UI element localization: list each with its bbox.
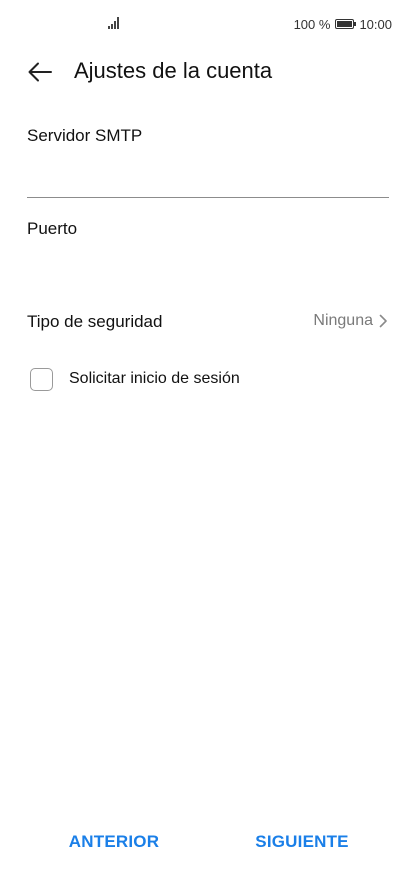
security-type-selected: Ninguna (313, 312, 373, 329)
login-required-checkbox[interactable] (30, 367, 53, 391)
screen: 100 % 10:00 Ajustes de la cuenta Servido… (0, 0, 416, 889)
next-button[interactable]: SIGUIENTE (248, 828, 356, 856)
status-time: 10:00 (359, 16, 392, 32)
previous-button[interactable]: ANTERIOR (64, 828, 164, 856)
status-right: 100 % 10:00 (294, 16, 392, 32)
security-type-value: Ninguna (313, 312, 388, 330)
login-required-row[interactable]: Solicitar inicio de sesión (30, 366, 240, 392)
smtp-server-input[interactable] (27, 164, 389, 198)
signal-icon (108, 17, 124, 29)
back-button[interactable] (22, 56, 58, 88)
back-arrow-icon (28, 62, 52, 82)
battery-icon (335, 19, 357, 29)
status-bar: 100 % 10:00 (0, 0, 416, 48)
chevron-right-icon (379, 314, 387, 328)
port-input[interactable] (27, 256, 389, 290)
login-required-label: Solicitar inicio de sesión (69, 370, 240, 387)
smtp-server-label: Servidor SMTP (27, 126, 143, 145)
security-type-label: Tipo de seguridad (27, 312, 163, 331)
port-label: Puerto (27, 219, 78, 238)
page-title: Ajustes de la cuenta (74, 58, 273, 83)
header: Ajustes de la cuenta (0, 52, 416, 92)
security-type-row[interactable]: Tipo de seguridad Ninguna (0, 304, 416, 340)
battery-percent: 100 % (293, 16, 331, 32)
